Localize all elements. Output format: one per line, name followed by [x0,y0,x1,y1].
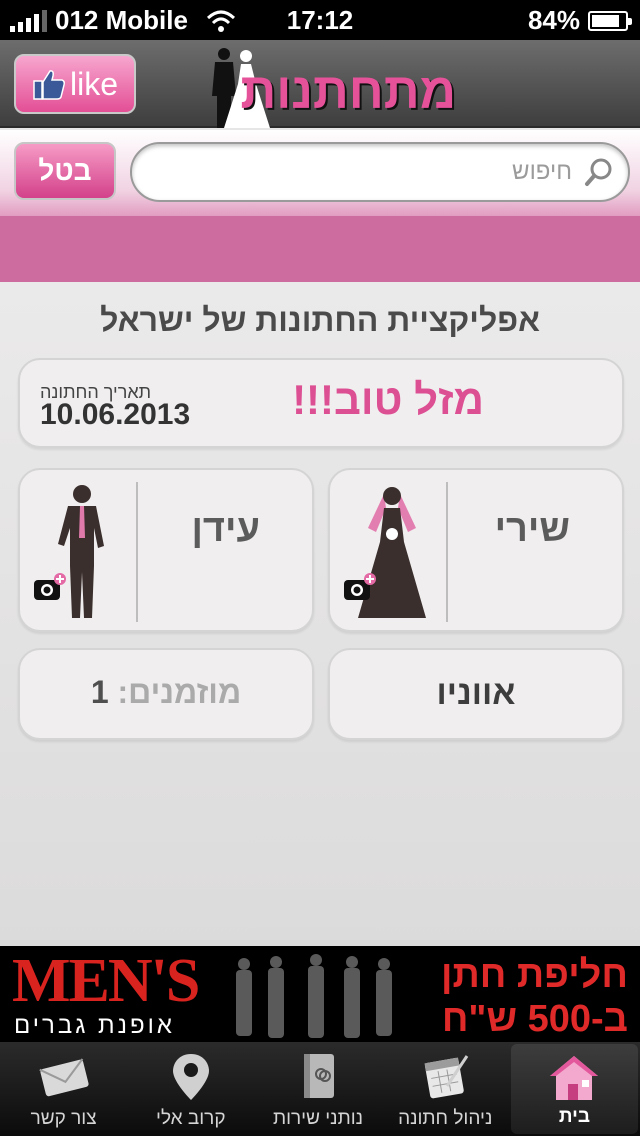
thumbs-up-icon [33,70,65,100]
invited-count: 1 [90,674,109,710]
tab-home[interactable]: בית [510,1044,639,1134]
search-bar: בטל [0,130,640,216]
facebook-like-button[interactable]: like [14,54,136,114]
map-pin-icon [172,1054,209,1100]
tab-label: ניהול חתונה [398,1108,493,1129]
congrats-text: מזל טוב!!! [292,376,484,423]
tab-label: נותני שירות [272,1108,364,1129]
app-header: like מתחתנות [0,40,640,128]
tab-vendors[interactable]: נותני שירות [254,1042,381,1136]
card-divider [136,482,138,622]
logo-title: מתחתנות [240,63,456,119]
ad-price: ב-500 ש"ח [441,998,628,1040]
tab-label: בית [558,1106,590,1127]
app-logo: מתחתנות [196,44,456,128]
add-photo-icon[interactable] [32,572,68,604]
add-photo-icon[interactable] [342,572,378,604]
tab-wedding-management[interactable]: ניהול חתונה [382,1042,509,1136]
tab-label: קרוב אלי [156,1108,226,1129]
ad-banner[interactable]: MEN'S אופנת גברים חליפת חתן ב-500 ש"ח [0,946,640,1042]
search-icon [585,158,612,186]
main-content: אפליקציית החתונות של ישראל מזל טוב!!! תא… [0,282,640,946]
battery-percent: 84% [527,5,580,35]
groom-name: עידן [191,508,260,550]
home-icon [550,1056,599,1100]
wedding-date-card[interactable]: מזל טוב!!! תאריך החתונה 10.06.2013 [18,358,624,448]
bride-name: שירי [494,508,570,550]
ad-headline: חליפת חתן [441,954,628,996]
bride-card[interactable]: שירי [328,468,624,632]
card-divider [446,482,448,622]
ad-brand-subtitle: אופנת גברים [14,1012,175,1039]
address-book-icon [304,1054,334,1098]
calendar-icon [424,1055,469,1099]
search-input[interactable] [172,158,572,186]
invited-summary: מוזמנים: 1 [20,674,312,711]
ad-brand: MEN'S [12,947,200,1015]
invited-label: מוזמנים: [117,674,242,710]
men-silhouettes-image [236,954,392,1038]
like-label: like [69,65,118,102]
status-bar: 012 Mobile 17:12 84% [0,0,640,40]
tab-bar: צור קשר קרוב אלי נותני שירות ניהול חתונה [0,1042,640,1136]
wedding-date: 10.06.2013 [40,398,191,431]
invited-card[interactable]: מוזמנים: 1 [18,648,314,740]
pink-divider-band [0,216,640,282]
tab-label: צור קשר [30,1108,97,1129]
cancel-button[interactable]: בטל [14,142,116,200]
tab-nearby[interactable]: קרוב אלי [127,1042,254,1136]
battery-icon [588,10,632,31]
venue-card[interactable]: אווניו [328,648,624,740]
groom-card[interactable]: עידן [18,468,314,632]
envelope-icon [38,1058,89,1097]
app-tagline: אפליקציית החתונות של ישראל [100,302,540,338]
tab-contact[interactable]: צור קשר [0,1042,127,1136]
search-field[interactable] [130,142,630,202]
venue-name: אווניו [436,674,516,712]
